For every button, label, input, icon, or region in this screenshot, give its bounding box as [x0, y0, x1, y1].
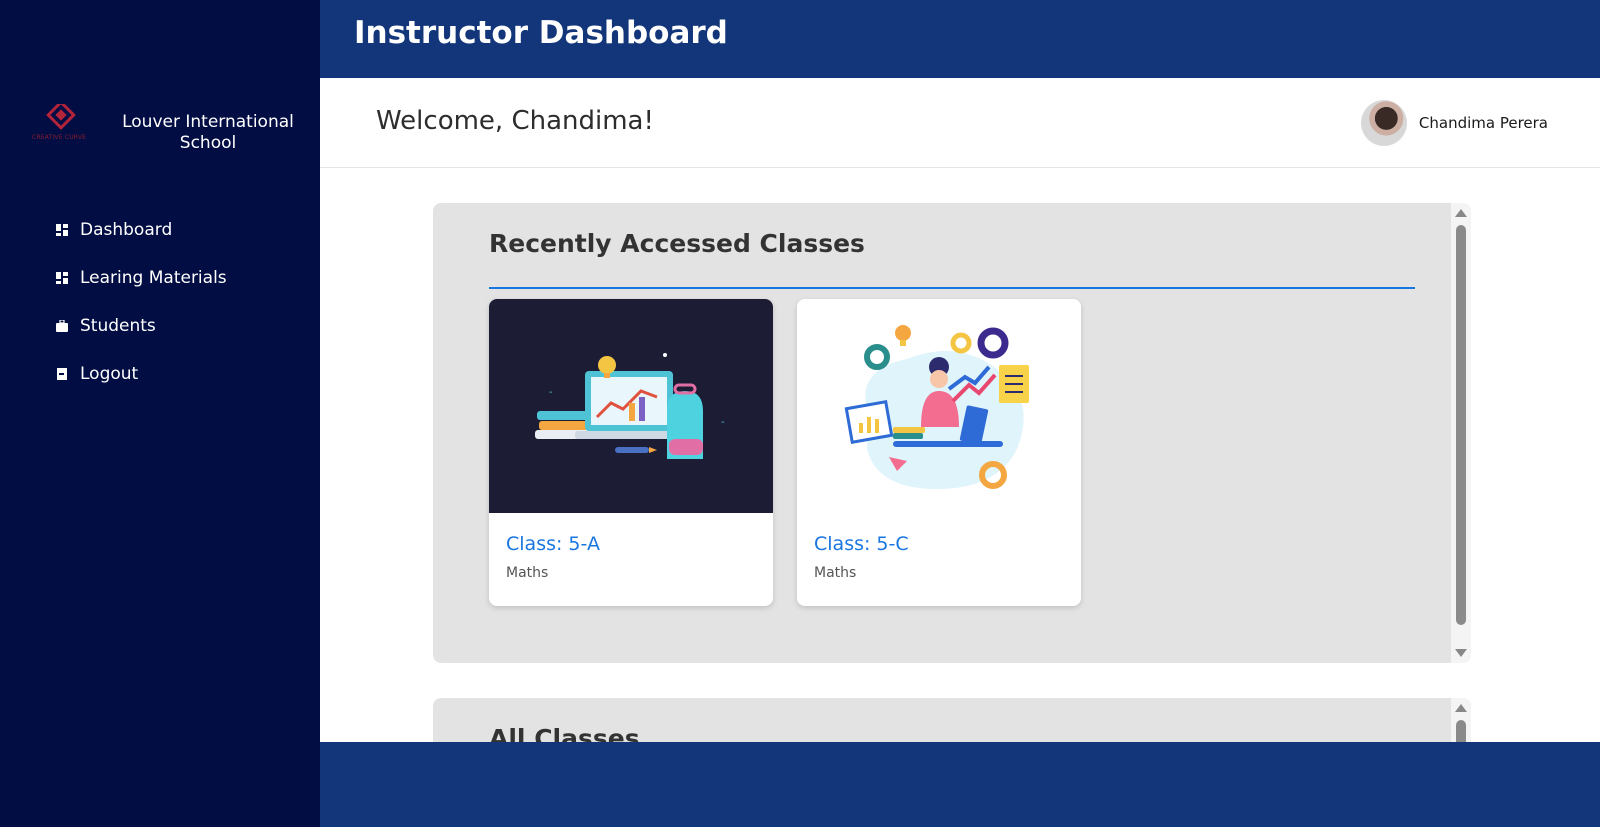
user-name: Chandima Perera	[1418, 114, 1548, 132]
scroll-down-arrow-icon[interactable]	[1455, 649, 1467, 657]
dashboard-grid-icon	[56, 272, 68, 284]
panel-scrollbar[interactable]	[1451, 203, 1471, 663]
sidebar-nav: Dashboard Learing Materials Students Log…	[0, 206, 320, 398]
main-content: Recently Accessed Classes - - Class: 5-A…	[320, 168, 1600, 742]
footer-bar	[320, 742, 1600, 827]
svg-text:-: -	[721, 417, 725, 428]
sidebar-item-label: Dashboard	[80, 220, 173, 240]
school-logo[interactable]: CREATIVE CURVE	[30, 100, 94, 148]
dashboard-grid-icon	[56, 224, 68, 236]
sidebar-item-logout[interactable]: Logout	[0, 350, 320, 398]
panel-scrollbar[interactable]	[1451, 698, 1471, 742]
welcome-message: Welcome, Chandima!	[376, 106, 654, 136]
class-card-title[interactable]: Class: 5-A	[506, 533, 773, 555]
sidebar-item-label: Learing Materials	[80, 268, 227, 288]
section-divider	[489, 287, 1415, 289]
svg-text:-: -	[549, 387, 553, 398]
sidebar-item-label: Students	[80, 316, 156, 336]
user-profile[interactable]: Chandima Perera	[1360, 100, 1548, 146]
sidebar-item-students[interactable]: Students	[0, 302, 320, 350]
sidebar-item-learning-materials[interactable]: Learing Materials	[0, 254, 320, 302]
class-card-image: - -	[489, 299, 773, 513]
scroll-thumb[interactable]	[1456, 720, 1466, 742]
study-illustration-icon: - -	[535, 353, 725, 459]
class-card[interactable]: - - Class: 5-A Maths	[489, 299, 773, 606]
class-card-subject: Maths	[814, 565, 857, 581]
class-card-title[interactable]: Class: 5-C	[814, 533, 1081, 555]
scroll-up-arrow-icon[interactable]	[1455, 209, 1467, 217]
logo-diamond-icon	[46, 100, 76, 130]
class-card-list: - - Class: 5-A Maths Class: 5-C Maths	[489, 299, 1081, 606]
school-name: Louver International School	[122, 112, 294, 153]
welcome-bar: Welcome, Chandima! Chandima Perera	[320, 78, 1600, 168]
top-header: Instructor Dashboard	[320, 0, 1600, 78]
sidebar: CREATIVE CURVE Louver International Scho…	[0, 0, 320, 827]
logo-text: CREATIVE CURVE	[32, 134, 87, 141]
recent-classes-panel: Recently Accessed Classes - - Class: 5-A…	[433, 203, 1471, 663]
briefcase-icon	[56, 320, 68, 332]
logout-door-icon	[57, 368, 67, 380]
class-card-subject: Maths	[506, 565, 549, 581]
page-title: Instructor Dashboard	[354, 15, 728, 51]
scroll-thumb[interactable]	[1456, 225, 1466, 625]
avatar[interactable]	[1360, 100, 1407, 146]
class-card-image	[797, 299, 1081, 513]
section-title: All Classes	[489, 724, 640, 742]
class-card[interactable]: Class: 5-C Maths	[797, 299, 1081, 606]
brand: CREATIVE CURVE Louver International Scho…	[0, 100, 320, 160]
scroll-up-arrow-icon[interactable]	[1455, 704, 1467, 712]
section-title: Recently Accessed Classes	[489, 229, 865, 258]
all-classes-panel: All Classes	[433, 698, 1471, 742]
learning-illustration-icon	[844, 325, 1029, 489]
sidebar-item-dashboard[interactable]: Dashboard	[0, 206, 320, 254]
sidebar-item-label: Logout	[80, 364, 139, 384]
